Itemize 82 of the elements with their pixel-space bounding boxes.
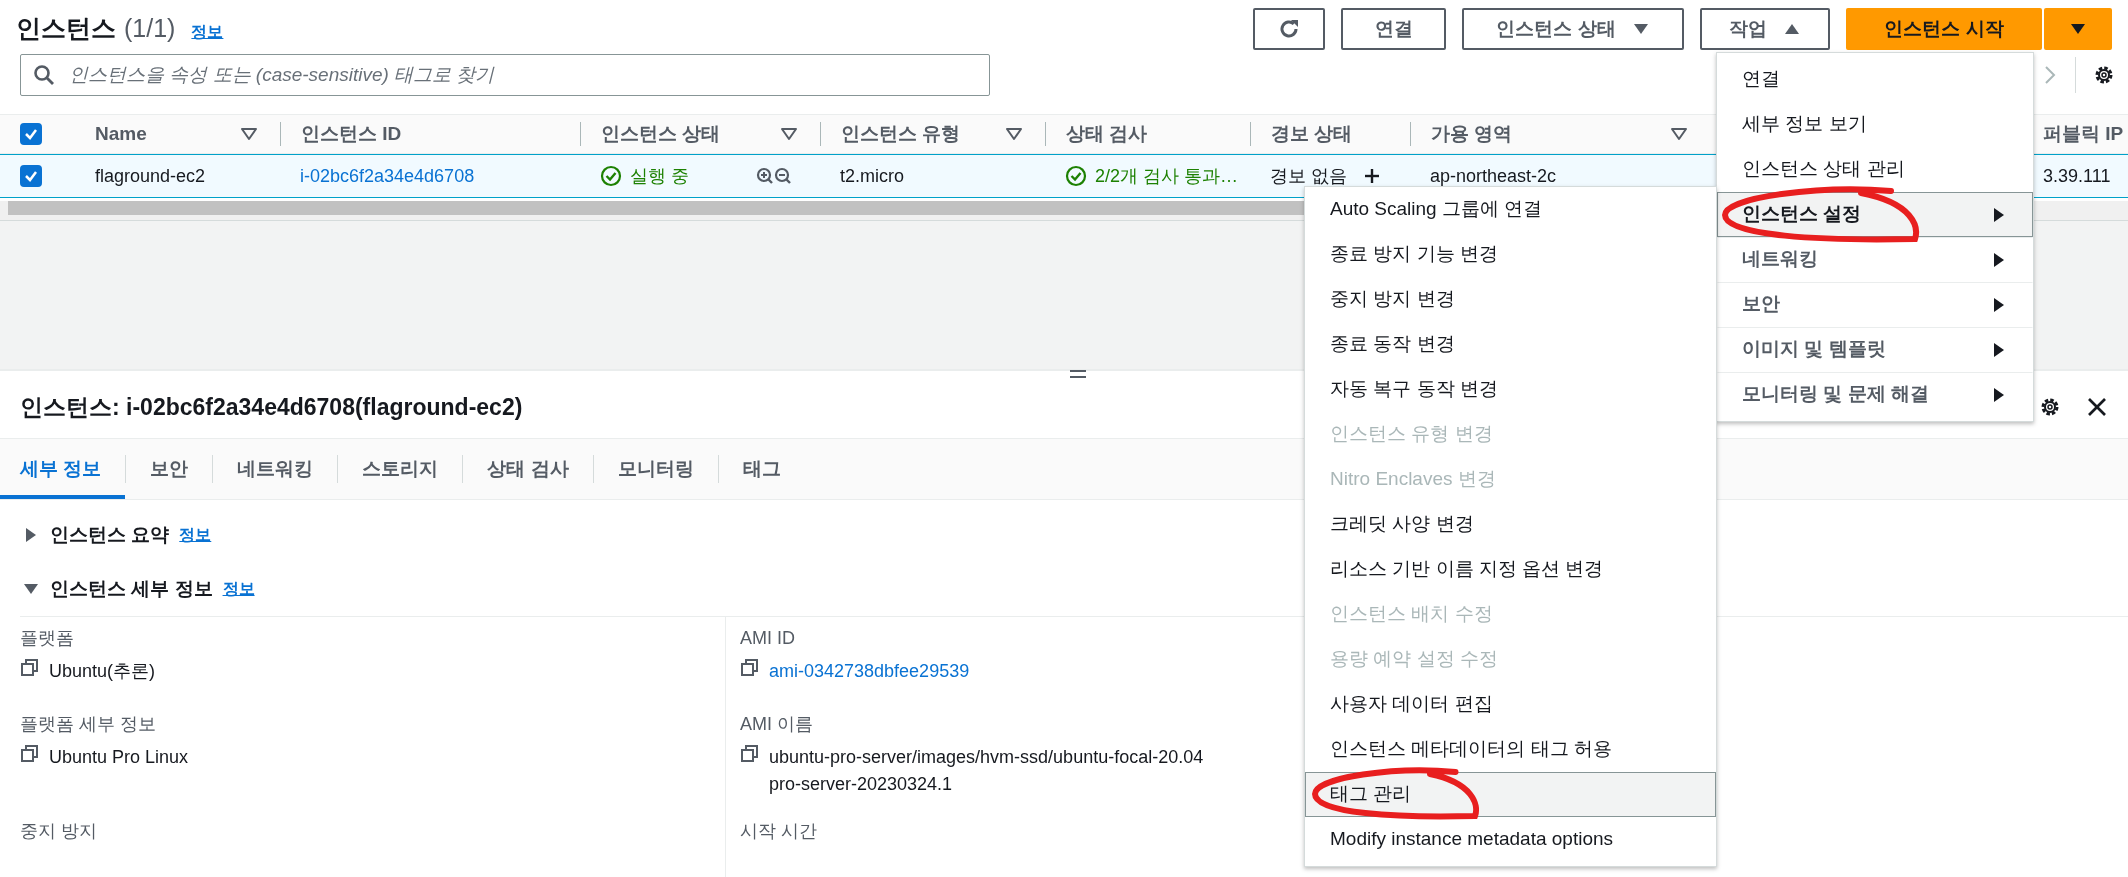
menu-item[interactable]: 세부 정보 보기 <box>1717 102 2033 147</box>
menu-item[interactable]: 종료 방지 기능 변경 <box>1305 232 1716 277</box>
status-text: 2/2개 검사 통과… <box>1095 164 1239 188</box>
field-value: pro-server-20230324.1 <box>769 773 954 796</box>
launch-button[interactable]: 인스턴스 시작 <box>1846 8 2042 50</box>
column-header[interactable]: Name <box>95 119 147 149</box>
tab[interactable]: 세부 정보 <box>0 439 126 499</box>
menu-item[interactable]: 중지 방지 변경 <box>1305 277 1716 322</box>
field-label: 플랫폼 <box>20 627 74 650</box>
row-checkbox[interactable] <box>20 165 42 187</box>
column-header[interactable]: 상태 검사 <box>1066 119 1148 149</box>
refresh-button[interactable] <box>1253 8 1325 50</box>
select-all-checkbox[interactable] <box>20 123 42 145</box>
dropdown-button[interactable]: 작업 <box>1700 8 1830 50</box>
field-value: Ubuntu Pro Linux <box>49 746 189 769</box>
field-label: AMI 이름 <box>740 713 813 736</box>
sort-icon[interactable] <box>1670 125 1688 143</box>
check-circle-icon <box>600 165 622 187</box>
menu-item[interactable]: 리소스 기반 이름 지정 옵션 변경 <box>1305 547 1716 592</box>
menu-item[interactable]: 인스턴스 메타데이터의 태그 허용 <box>1305 727 1716 772</box>
menu-item[interactable]: 종료 동작 변경 <box>1305 322 1716 367</box>
tab[interactable]: 태그 <box>718 439 805 499</box>
plus-icon[interactable] <box>1363 167 1381 185</box>
sort-icon[interactable] <box>1005 125 1023 143</box>
section-title[interactable]: 인스턴스 세부 정보 <box>50 574 213 604</box>
field-label: AMI ID <box>740 627 795 650</box>
copy-icon[interactable] <box>740 744 759 763</box>
field-label: 플랫폼 세부 정보 <box>20 713 156 736</box>
column-header[interactable]: 인스턴스 유형 <box>841 119 961 149</box>
close-icon[interactable] <box>2086 396 2108 418</box>
status-text: 실행 중 <box>630 164 689 188</box>
column-header[interactable]: 인스턴스 상태 <box>601 119 721 149</box>
menu-item[interactable]: 연결 <box>1717 57 2033 102</box>
table-cell-text: ap-northeast-2c <box>1430 164 1557 188</box>
search-icon <box>33 64 55 86</box>
copy-icon[interactable] <box>740 658 759 677</box>
resize-handle[interactable] <box>1068 368 1088 380</box>
zoom-icon[interactable] <box>756 166 792 186</box>
sort-icon[interactable] <box>780 125 798 143</box>
field-value: ubuntu-pro-server/images/hvm-ssd/ubuntu-focal-20.04 <box>769 746 1204 769</box>
table-cell-text: flaground-ec2 <box>95 164 206 188</box>
info-link[interactable]: 정보 <box>191 20 224 45</box>
table-cell-text: t2.micro <box>840 164 904 188</box>
tab[interactable]: 스토리지 <box>338 439 463 499</box>
menu-item[interactable]: 사용자 데이터 편집 <box>1305 682 1716 727</box>
menu-item[interactable]: Modify instance metadata options <box>1305 817 1716 862</box>
instance-id-link[interactable]: i-02bc6f2a34e4d6708 <box>300 162 475 190</box>
menu-item[interactable]: 자동 복구 동작 변경 <box>1305 367 1716 412</box>
search-field[interactable]: 인스턴스을 속성 또는 (case-sensitive) 태그로 찾기 <box>20 54 990 96</box>
column-header[interactable]: 퍼블릭 IP <box>2043 119 2124 149</box>
menu-item: 인스턴스 배치 수정 <box>1329 602 1494 627</box>
column-header[interactable]: 인스턴스 ID <box>301 119 402 149</box>
section-title[interactable]: 인스턴스 요약 <box>50 520 170 550</box>
menu-item[interactable]: 크레딧 사양 변경 <box>1305 502 1716 547</box>
check-circle-icon <box>1065 165 1087 187</box>
page-title: 인스턴스 <box>16 13 116 45</box>
info-link[interactable]: 정보 <box>179 523 212 547</box>
info-link[interactable]: 정보 <box>222 577 255 601</box>
menu-item[interactable]: 태그 관리 <box>1305 772 1716 817</box>
column-header[interactable]: 경보 상태 <box>1271 119 1353 149</box>
table-cell-text: 경보 없음 <box>1270 164 1347 188</box>
column-header[interactable]: 가용 영역 <box>1431 119 1513 149</box>
table-cell-text: 3.39.111 <box>2043 164 2111 188</box>
tab[interactable]: 네트워킹 <box>213 439 338 499</box>
field-value: Ubuntu(추론) <box>49 660 156 683</box>
field-label: 중지 방지 <box>20 820 97 843</box>
split-dropdown-button[interactable] <box>2044 8 2112 50</box>
panel-title: 인스턴스: i-02bc6f2a34e4d6708(flaground-ec2) <box>20 392 523 422</box>
connect-button[interactable]: 연결 <box>1341 8 1446 50</box>
tab[interactable]: 상태 검사 <box>463 439 593 499</box>
copy-icon[interactable] <box>20 744 39 763</box>
sort-icon[interactable] <box>240 125 258 143</box>
field-label: 시작 시간 <box>740 820 817 843</box>
menu-item: Nitro Enclaves 변경 <box>1329 467 1497 492</box>
field-value[interactable]: ami-0342738dbfee29539 <box>769 658 970 685</box>
dropdown-button[interactable]: 인스턴스 상태 <box>1462 8 1684 50</box>
tab[interactable]: 보안 <box>126 439 213 499</box>
menu-item: 인스턴스 유형 변경 <box>1329 422 1494 447</box>
menu-item: 용량 예약 설정 수정 <box>1329 647 1499 672</box>
tab[interactable]: 모니터링 <box>593 439 718 499</box>
copy-icon[interactable] <box>20 658 39 677</box>
item-count: (1/1) <box>124 13 176 45</box>
